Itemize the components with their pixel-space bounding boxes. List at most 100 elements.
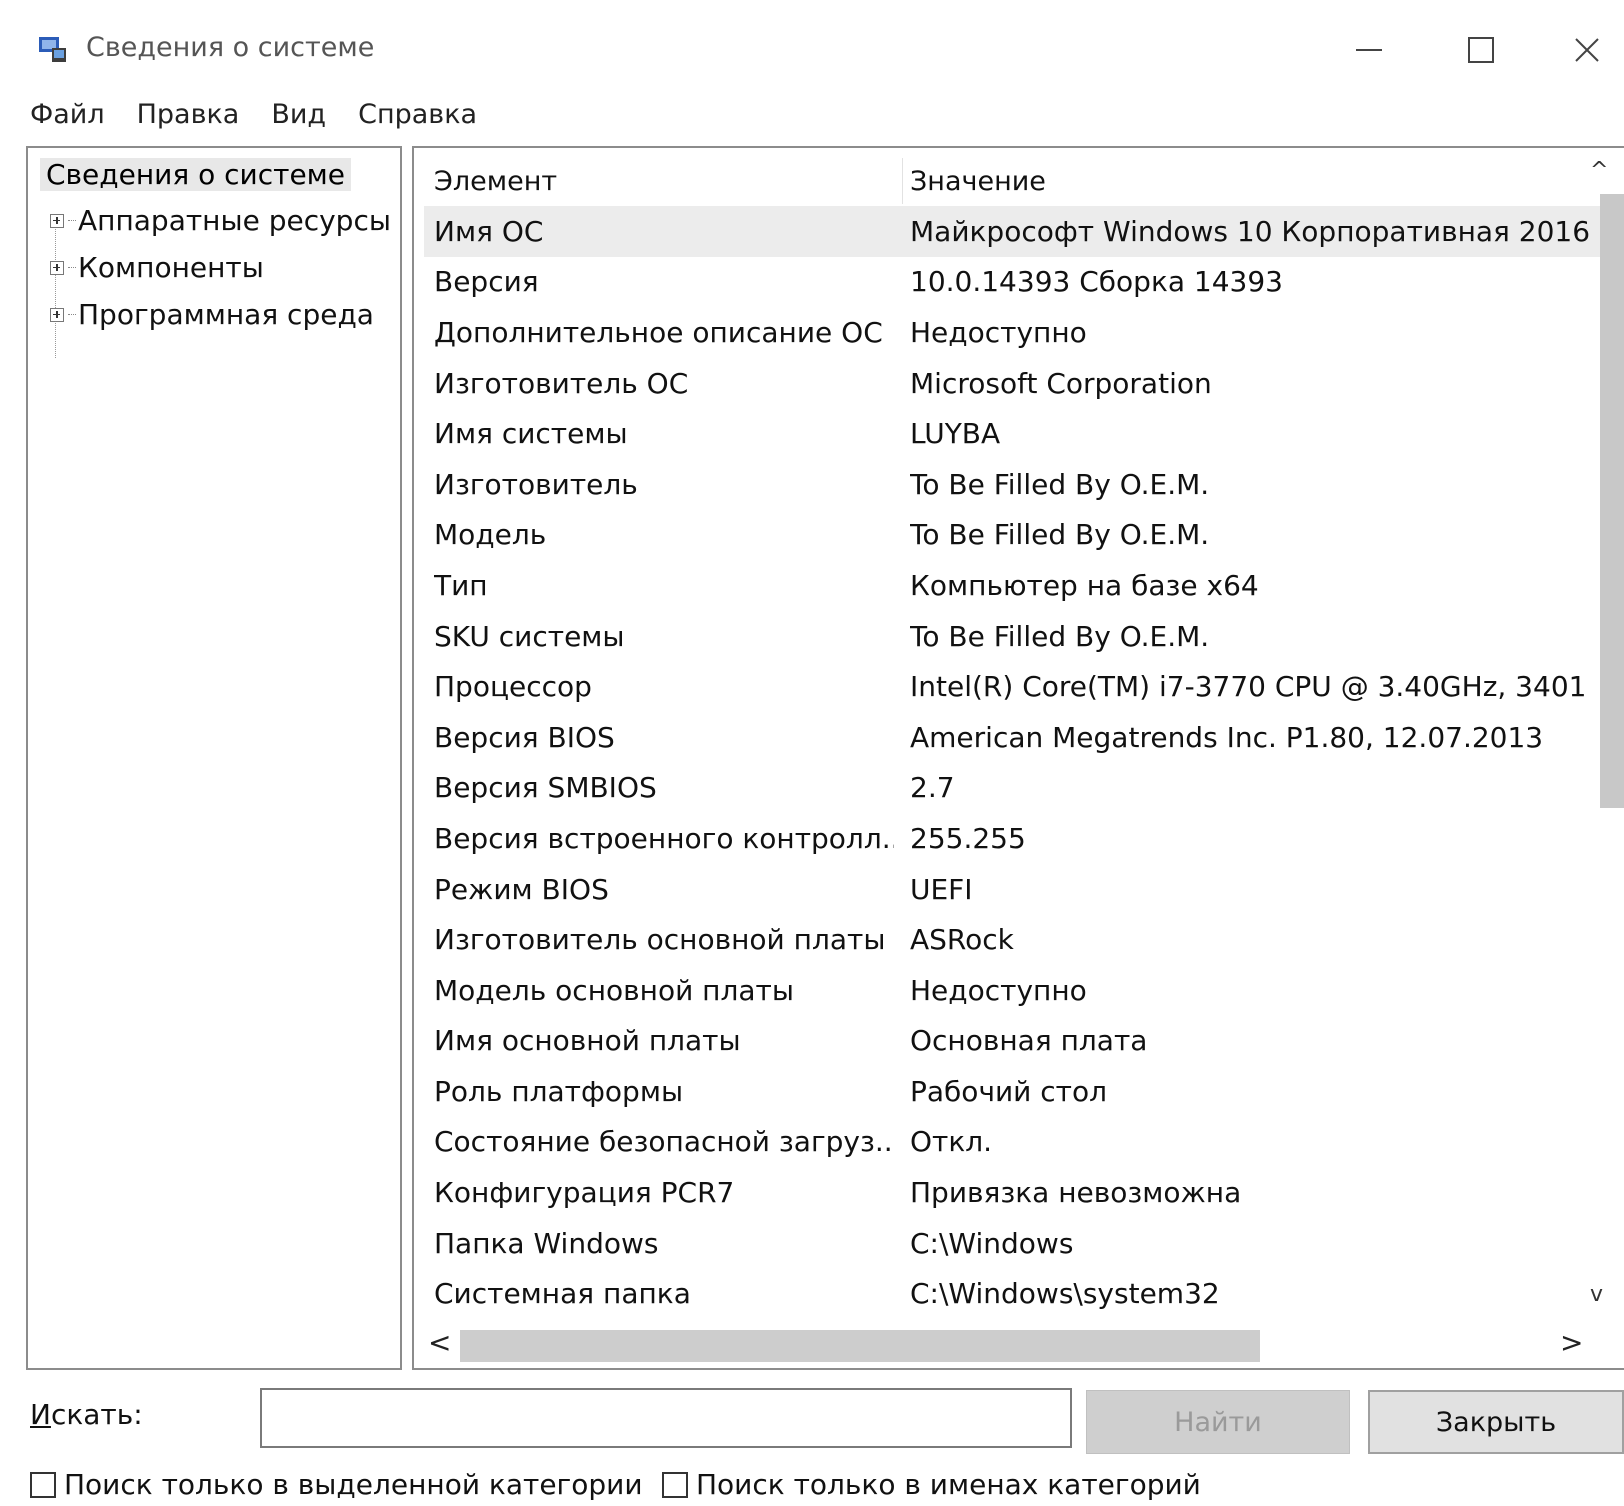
row-element-value: American Megatrends Inc. P1.80, 12.07.20…	[910, 720, 1544, 754]
tree-node-software-environment[interactable]: Программная среда	[50, 298, 374, 331]
row-element-value: Недоступно	[910, 315, 1087, 349]
search-label: Искать:	[30, 1398, 143, 1431]
row-element-value: LUYBA	[910, 417, 1001, 451]
table-row[interactable]: Роль платформы Рабочий стол	[424, 1066, 1602, 1117]
row-element-name: Состояние безопасной загруз...	[434, 1125, 894, 1159]
scroll-left-arrow-icon[interactable]: <	[428, 1326, 451, 1359]
table-row[interactable]: Изготовитель ОС Microsoft Corporation	[424, 358, 1602, 409]
row-element-name: Роль платформы	[434, 1074, 684, 1108]
menu-edit[interactable]: Правка	[137, 99, 240, 130]
table-row[interactable]: Изготовитель основной платы ASRock	[424, 914, 1602, 965]
row-element-name: Конфигурация PCR7	[434, 1176, 735, 1210]
search-category-names-option[interactable]: Поиск только в именах категорий	[662, 1468, 1201, 1501]
search-selected-category-option[interactable]: Поиск только в выделенной категории	[30, 1468, 643, 1501]
row-element-name: Режим BIOS	[434, 872, 609, 906]
tree-node-hardware-resources[interactable]: Аппаратные ресурсы	[50, 204, 391, 237]
table-row[interactable]: SKU системы To Be Filled By O.E.M.	[424, 611, 1602, 662]
row-element-name: Тип	[434, 568, 488, 602]
table-row[interactable]: Версия встроенного контролл... 255.255	[424, 813, 1602, 864]
column-divider[interactable]	[902, 158, 903, 204]
tree-node-label: Программная среда	[78, 298, 374, 331]
system-info-app-icon	[38, 34, 68, 64]
menu-help[interactable]: Справка	[358, 99, 477, 130]
expand-icon[interactable]	[50, 260, 64, 275]
title-bar: Сведения о системе	[0, 0, 1624, 90]
column-header-value[interactable]: Значение	[910, 156, 1550, 206]
tree-connector	[68, 267, 76, 268]
row-element-value: 2.7	[910, 771, 955, 805]
table-row[interactable]: Модель To Be Filled By O.E.M.	[424, 510, 1602, 561]
vertical-scrollbar[interactable]: ^ v	[1584, 150, 1624, 1320]
table-row[interactable]: Имя ОС Майкрософт Windows 10 Корпоративна…	[424, 206, 1602, 257]
search-label-accelerator: И	[30, 1398, 51, 1431]
row-element-name: Изготовитель ОС	[434, 366, 689, 400]
tree-connector	[68, 220, 76, 221]
row-element-value: Привязка невозможна	[910, 1176, 1242, 1210]
search-label-text: скать:	[50, 1398, 143, 1431]
close-window-button[interactable]	[1550, 20, 1624, 80]
horizontal-scroll-thumb[interactable]	[460, 1330, 1260, 1362]
row-element-name: Имя системы	[434, 417, 628, 451]
table-row[interactable]: Системная папка C:\Windows\system32	[424, 1268, 1602, 1319]
scroll-up-arrow-icon[interactable]: ^	[1590, 158, 1608, 183]
row-element-value: To Be Filled By O.E.M.	[910, 467, 1210, 501]
row-element-name: Дополнительное описание ОС	[434, 315, 883, 349]
minimize-button[interactable]	[1332, 20, 1406, 80]
search-category-names-checkbox[interactable]	[662, 1471, 688, 1498]
horizontal-scrollbar[interactable]: < >	[414, 1320, 1584, 1368]
tree-node-label: Аппаратные ресурсы	[78, 204, 391, 237]
maximize-button[interactable]	[1444, 20, 1518, 80]
row-element-value: Недоступно	[910, 973, 1087, 1007]
row-element-value: C:\Windows\system32	[910, 1277, 1220, 1311]
row-element-value: To Be Filled By O.E.M.	[910, 619, 1210, 653]
table-row[interactable]: Модель основной платы Недоступно	[424, 965, 1602, 1016]
vertical-scroll-thumb[interactable]	[1600, 194, 1624, 808]
tree-connector	[68, 314, 76, 315]
details-list: Элемент Значение Имя ОС Майкрософт Window…	[412, 146, 1624, 1370]
row-element-value: Основная плата	[910, 1024, 1148, 1058]
table-row[interactable]: Изготовитель To Be Filled By O.E.M.	[424, 459, 1602, 510]
table-row[interactable]: Тип Компьютер на базе x64	[424, 560, 1602, 611]
table-row[interactable]: Имя системы LUYBA	[424, 408, 1602, 459]
find-button[interactable]: Найти	[1086, 1390, 1350, 1454]
tree-node-label: Компоненты	[78, 251, 264, 284]
table-row[interactable]: Дополнительное описание ОС Недоступно	[424, 307, 1602, 358]
row-element-name: SKU системы	[434, 619, 625, 653]
row-element-name: Версия	[434, 265, 539, 299]
row-element-name: Имя основной платы	[434, 1024, 741, 1058]
table-row[interactable]: Процессор Intel(R) Core(TM) i7-3770 CPU @…	[424, 661, 1602, 712]
row-element-value: Компьютер на базе x64	[910, 568, 1259, 602]
table-row[interactable]: Режим BIOS UEFI	[424, 864, 1602, 915]
column-header-element[interactable]: Элемент	[434, 156, 900, 206]
table-row[interactable]: Состояние безопасной загруз... Откл.	[424, 1117, 1602, 1168]
table-row[interactable]: Имя основной платы Основная плата	[424, 1016, 1602, 1067]
table-row[interactable]: Версия 10.0.14393 Сборка 14393	[424, 257, 1602, 308]
row-element-name: Изготовитель основной платы	[434, 923, 886, 957]
table-row[interactable]: Папка Windows C:\Windows	[424, 1218, 1602, 1269]
row-element-name: Папка Windows	[434, 1226, 659, 1260]
row-element-value: Intel(R) Core(TM) i7-3770 CPU @ 3.40GHz,…	[910, 670, 1587, 704]
tree-root-system-summary[interactable]: Сведения о системе	[40, 158, 352, 191]
category-tree: Сведения о системе Аппаратные ресурсы Ко…	[26, 146, 402, 1370]
row-element-name: Версия BIOS	[434, 720, 615, 754]
table-row[interactable]: Конфигурация PCR7 Привязка невозможна	[424, 1167, 1602, 1218]
expand-icon[interactable]	[50, 213, 64, 228]
row-element-value: C:\Windows	[910, 1226, 1074, 1260]
search-selected-category-checkbox[interactable]	[30, 1471, 56, 1498]
table-row[interactable]: Версия BIOS American Megatrends Inc. P1.8…	[424, 712, 1602, 763]
close-button[interactable]: Закрыть	[1368, 1390, 1624, 1454]
menu-bar: Файл Правка Вид Справка	[30, 92, 509, 136]
row-element-value: Откл.	[910, 1125, 993, 1159]
search-input[interactable]	[260, 1388, 1072, 1448]
scroll-down-arrow-icon[interactable]: v	[1590, 1282, 1603, 1307]
row-element-value: Майкрософт Windows 10 Корпоративная 2016	[910, 214, 1591, 248]
row-element-value: Рабочий стол	[910, 1074, 1108, 1108]
menu-view[interactable]: Вид	[271, 99, 326, 130]
menu-file[interactable]: Файл	[30, 99, 105, 130]
row-element-value: ASRock	[910, 923, 1014, 957]
window-title: Сведения о системе	[86, 32, 375, 63]
tree-node-components[interactable]: Компоненты	[50, 251, 264, 284]
table-row[interactable]: Версия SMBIOS 2.7	[424, 763, 1602, 814]
scroll-right-arrow-icon[interactable]: >	[1560, 1326, 1583, 1359]
expand-icon[interactable]	[50, 307, 64, 322]
